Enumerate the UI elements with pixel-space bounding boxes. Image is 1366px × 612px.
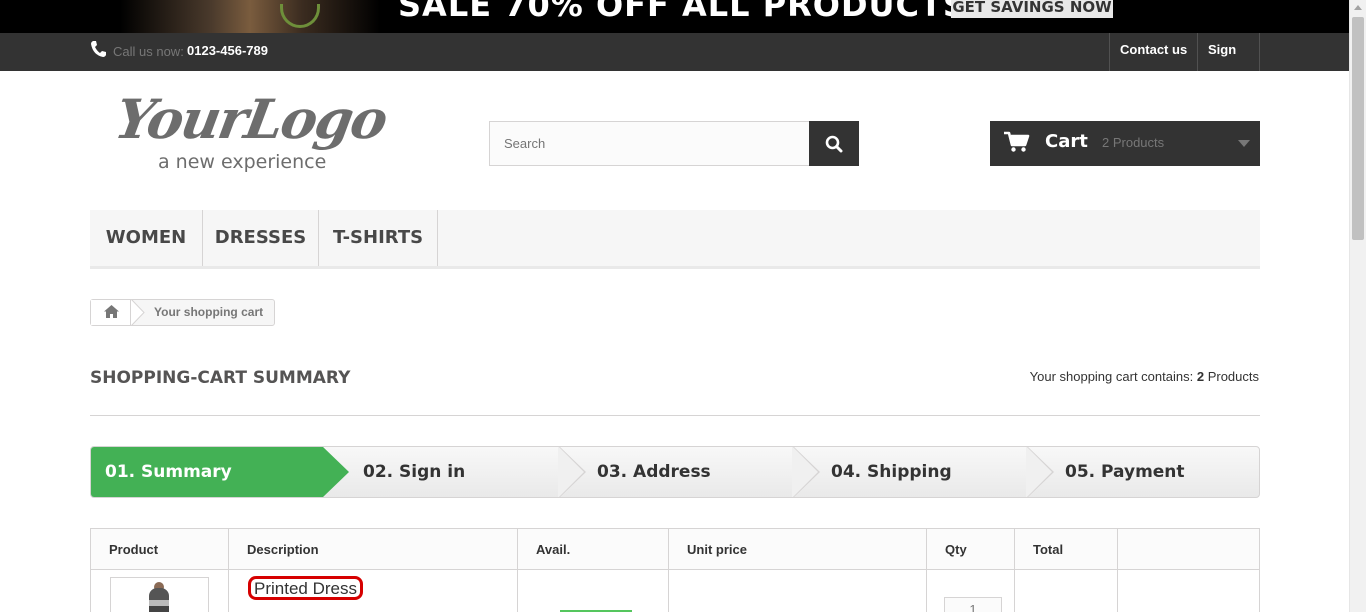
checkout-steps: 01. Summary 02. Sign in 03. Address 04. … [90, 446, 1260, 498]
cart-count-number: 2 [1196, 369, 1205, 384]
cart-table: Product Description Avail. Unit price Qt… [90, 528, 1260, 612]
cart-dropdown[interactable]: Cart 2 Products [990, 121, 1260, 166]
column-header-actions [1117, 528, 1260, 570]
step-arrow [558, 447, 584, 497]
column-header-unit-price: Unit price [668, 528, 927, 570]
promo-model-image [120, 0, 380, 33]
page-title: SHOPPING-CART SUMMARY [90, 368, 351, 388]
column-header-availability: Avail. [517, 528, 669, 570]
search-button[interactable] [809, 121, 859, 166]
necklace-graphic [280, 4, 320, 28]
step-address[interactable]: 03. Address [597, 447, 711, 497]
contact-us-link[interactable]: Contact us [1109, 33, 1198, 71]
menu-item-women[interactable]: WOMEN [90, 210, 203, 266]
column-header-description: Description [228, 528, 518, 570]
step-arrow [1026, 447, 1052, 497]
sign-in-link[interactable]: Sign in [1197, 33, 1260, 90]
total-cell [1014, 569, 1118, 612]
column-header-product: Product [90, 528, 229, 570]
step-arrow [322, 447, 349, 497]
menu-item-t-shirts[interactable]: T-SHIRTS [319, 210, 438, 266]
actions-cell [1117, 569, 1260, 612]
cart-label: Cart [1045, 131, 1088, 152]
breadcrumb: Your shopping cart [90, 299, 275, 326]
step-shipping[interactable]: 04. Shipping [831, 447, 952, 497]
table-row: Printed Dress 1 [90, 569, 1260, 612]
dress-graphic [149, 588, 169, 612]
search-input[interactable] [489, 121, 810, 166]
breadcrumb-home[interactable] [91, 300, 131, 325]
logo-script: YourLogo [110, 87, 392, 151]
product-name-link[interactable]: Printed Dress [248, 576, 363, 600]
home-icon [104, 305, 119, 318]
top-bar: Call us now: 0123-456-789 Contact us Sig… [0, 33, 1349, 90]
column-header-total: Total [1014, 528, 1118, 570]
quantity-input[interactable]: 1 [944, 597, 1002, 612]
call-us-label: Call us now: [113, 44, 184, 59]
column-header-quantity: Qty [926, 528, 1015, 570]
step-summary[interactable]: 01. Summary [91, 447, 323, 497]
product-thumbnail[interactable] [110, 577, 209, 612]
page: SALE 70% OFF ALL PRODUCTS GET SAVINGS NO… [0, 0, 1366, 612]
breadcrumb-current: Your shopping cart [154, 305, 264, 319]
logo[interactable]: YourLogo a new experience [110, 87, 402, 175]
availability-cell [517, 569, 669, 612]
vertical-scrollbar[interactable] [1349, 0, 1366, 612]
product-image-cell [90, 569, 229, 612]
step-sign-in[interactable]: 02. Sign in [363, 447, 465, 497]
phone-icon [91, 41, 106, 57]
main-menu: WOMEN DRESSES T-SHIRTS [90, 210, 1260, 269]
cart-quantity: 2 Products [1102, 135, 1165, 150]
search-icon [825, 135, 843, 152]
quantity-cell: 1 [926, 569, 1015, 612]
unit-price-cell [668, 569, 927, 612]
divider [90, 415, 1260, 416]
step-payment[interactable]: 05. Payment [1065, 447, 1185, 497]
cart-count-label: Your shopping cart contains: [1029, 369, 1194, 384]
table-header-row: Product Description Avail. Unit price Qt… [90, 528, 1260, 570]
logo-tagline: a new experience [158, 151, 327, 173]
description-cell: Printed Dress [228, 569, 518, 612]
cart-count-unit: Products [1207, 369, 1259, 384]
phone-number: 0123-456-789 [187, 43, 268, 58]
promo-button[interactable]: GET SAVINGS NOW [951, 0, 1113, 18]
menu-item-dresses[interactable]: DRESSES [203, 210, 319, 266]
scroll-up-arrow-icon[interactable] [1354, 5, 1362, 10]
scrollbar-thumb[interactable] [1352, 17, 1364, 240]
breadcrumb-chevron-icon [131, 299, 145, 326]
shopping-cart-icon [1004, 131, 1030, 152]
cart-count-summary: Your shopping cart contains: 2 Products [1030, 369, 1259, 384]
chevron-down-icon [1238, 140, 1250, 147]
promo-banner[interactable]: SALE 70% OFF ALL PRODUCTS GET SAVINGS NO… [0, 0, 1349, 33]
step-arrow [792, 447, 818, 497]
promo-headline: SALE 70% OFF ALL PRODUCTS [398, 0, 967, 24]
